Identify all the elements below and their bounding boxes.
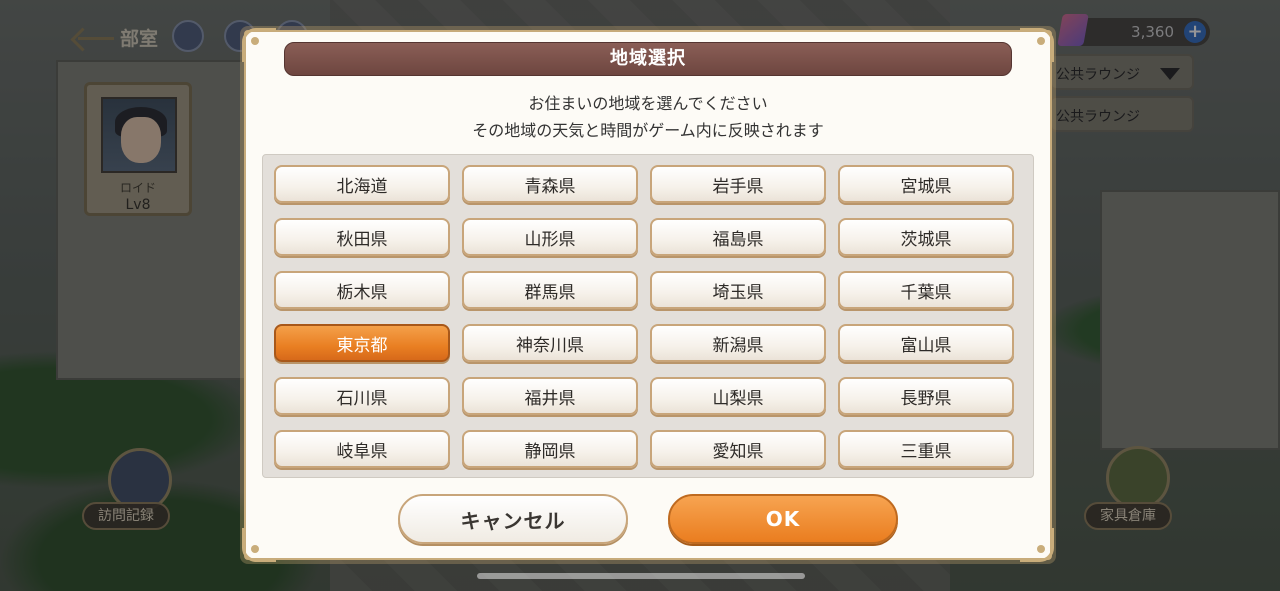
prefecture-button[interactable]: 三重県 [838,430,1014,468]
prefecture-button[interactable]: 新潟県 [650,324,826,362]
dialog-title: 地域選択 [284,42,1012,76]
prefecture-button[interactable]: 群馬県 [462,271,638,309]
home-indicator[interactable] [477,573,805,579]
prefecture-grid: 北海道 青森県 岩手県 宮城県秋田県 山形県 福島県 茨城県栃木県 群馬県 埼玉県 千葉県東京都神… [274,165,1014,468]
ok-button[interactable]: OK [668,494,898,544]
prefecture-button[interactable]: 東京都 [274,324,450,362]
prefecture-button[interactable]: 秋田県 [274,218,450,256]
ok-label: OK [765,507,801,531]
prefecture-button[interactable]: 神奈川県 [462,324,638,362]
prefecture-button[interactable]: 福島県 [650,218,826,256]
prefecture-button[interactable]: 石川県 [274,377,450,415]
prefecture-button[interactable]: 栃木県 [274,271,450,309]
prefecture-button[interactable]: 長野県 [838,377,1014,415]
prefecture-button[interactable]: 岐阜県 [274,430,450,468]
prefecture-button[interactable]: 富山県 [838,324,1014,362]
corner-ornament [242,28,276,62]
prefecture-button[interactable]: 埼玉県 [650,271,826,309]
prefecture-button[interactable]: 青森県 [462,165,638,203]
prefecture-button[interactable]: 愛知県 [650,430,826,468]
prefecture-button[interactable]: 福井県 [462,377,638,415]
prefecture-button[interactable]: 茨城県 [838,218,1014,256]
prefecture-button[interactable]: 静岡県 [462,430,638,468]
prefecture-button[interactable]: 山形県 [462,218,638,256]
region-select-dialog: 地域選択 お住まいの地域を選んでください その地域の天気と時間がゲーム内に反映さ… [242,28,1054,562]
prefecture-button[interactable]: 北海道 [274,165,450,203]
dialog-description-line2: その地域の天気と時間がゲーム内に反映されます [472,121,824,140]
prefecture-button[interactable]: 岩手県 [650,165,826,203]
corner-ornament [1020,28,1054,62]
prefecture-button[interactable]: 山梨県 [650,377,826,415]
corner-ornament [1020,528,1054,562]
cancel-label: キャンセル [460,508,566,533]
prefecture-button[interactable]: 宮城県 [838,165,1014,203]
corner-ornament [242,528,276,562]
prefecture-button[interactable]: 千葉県 [838,271,1014,309]
dialog-description-line1: お住まいの地域を選んでください [528,94,768,113]
prefecture-list[interactable]: 北海道 青森県 岩手県 宮城県秋田県 山形県 福島県 茨城県栃木県 群馬県 埼玉県 千葉県東京都神… [262,154,1034,478]
cancel-button[interactable]: キャンセル [398,494,628,544]
